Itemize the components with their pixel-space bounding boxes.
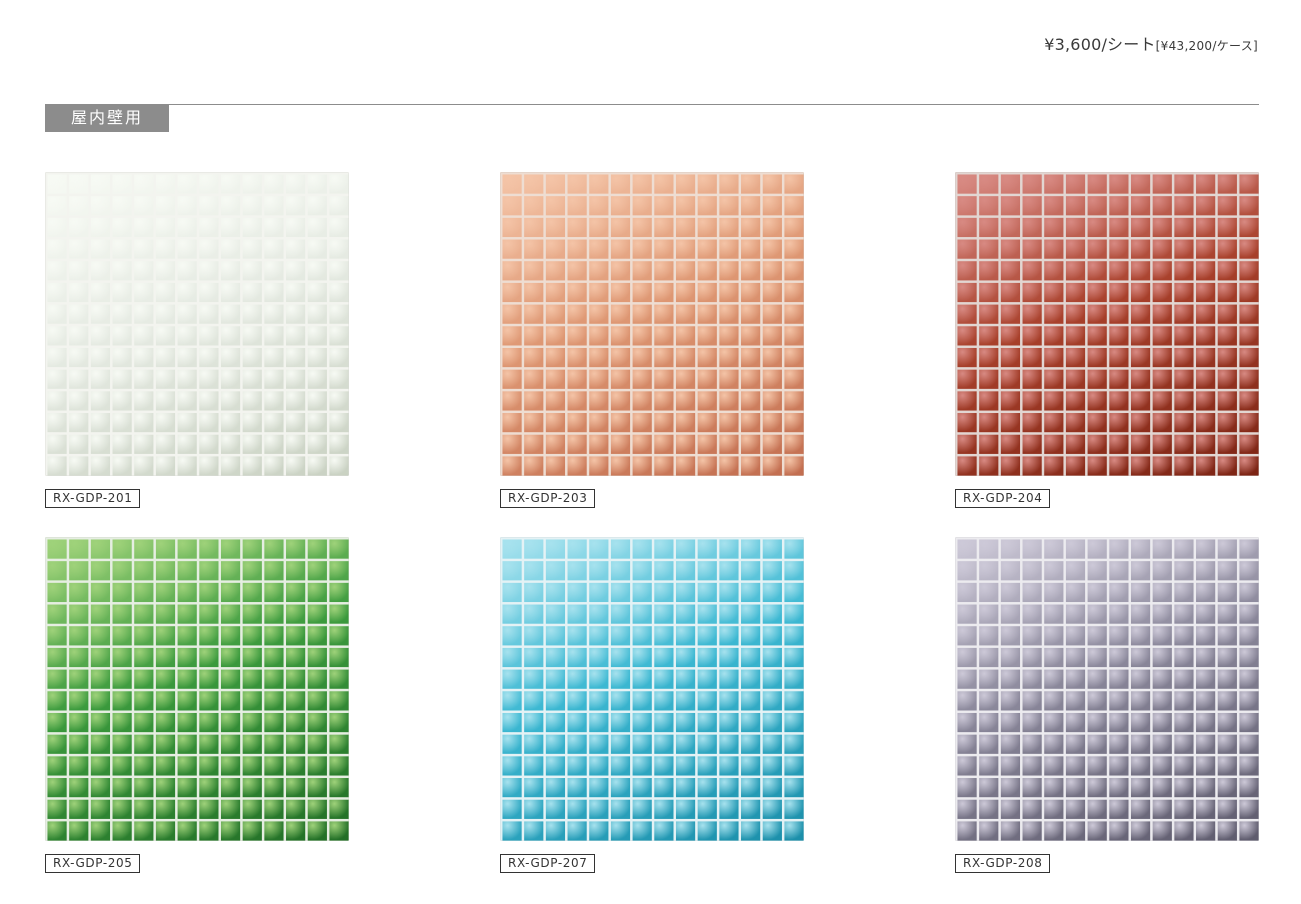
- product-code-label: RX-GDP-208: [955, 854, 1051, 873]
- price-per-case: [¥43,200/ケース]: [1155, 39, 1258, 53]
- tile-swatch-rx-gdp-208: [955, 537, 1259, 841]
- section-divider: [45, 104, 1259, 105]
- product-code-label: RX-GDP-207: [500, 854, 596, 873]
- product-code-label: RX-GDP-201: [45, 489, 141, 508]
- tile-swatch-rx-gdp-201: [45, 172, 349, 476]
- product-code-label: RX-GDP-203: [500, 489, 596, 508]
- section-label: 屋内壁用: [45, 104, 169, 132]
- price-per-sheet: ¥3,600/シート: [1044, 35, 1156, 54]
- tile-swatch-rx-gdp-203: [500, 172, 804, 476]
- tile-swatch-rx-gdp-204: [955, 172, 1259, 476]
- tile-swatch-rx-gdp-207: [500, 537, 804, 841]
- product-code-label: RX-GDP-204: [955, 489, 1051, 508]
- product-code-label: RX-GDP-205: [45, 854, 141, 873]
- price-info: ¥3,600/シート[¥43,200/ケース]: [1044, 31, 1258, 55]
- tile-swatch-rx-gdp-205: [45, 537, 349, 841]
